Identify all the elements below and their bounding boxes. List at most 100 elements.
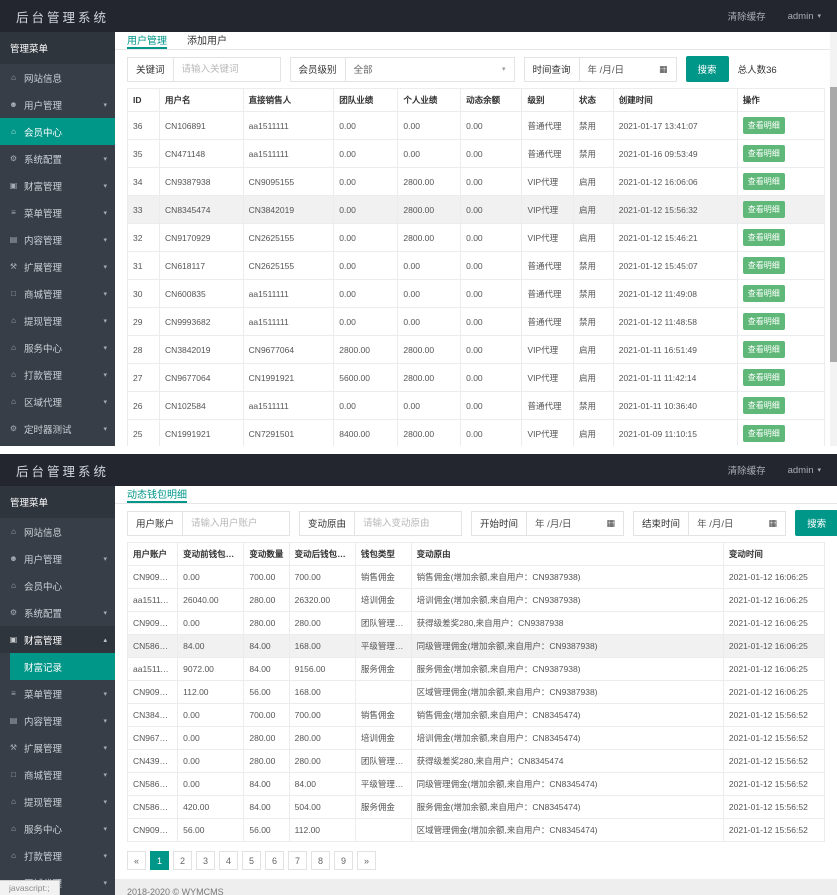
sidebar-subitem-wealth-records[interactable]: 财富记录 — [10, 653, 115, 680]
pagination-next[interactable]: » — [357, 851, 376, 870]
table-cell: 2021-01-11 16:51:49 — [613, 336, 737, 364]
admin-username: admin — [788, 465, 814, 476]
level-filter-group: 会员级别 全部 ▾ — [290, 57, 515, 82]
sidebar-item-system-config[interactable]: ⚙系统配置▾ — [0, 599, 115, 626]
sidebar-item-withdrawal-management[interactable]: ⌂提现管理▾ — [0, 788, 115, 815]
view-details-button[interactable]: 查看明细 — [743, 313, 785, 330]
pagination-page-3[interactable]: 3 — [196, 851, 215, 870]
scrollbar[interactable] — [830, 32, 837, 446]
sidebar-item-label: 菜单管理 — [24, 206, 62, 220]
column-header: 直接销售人 — [243, 89, 334, 112]
chevron-down-icon: ▾ — [502, 65, 506, 73]
pagination-page-8[interactable]: 8 — [311, 851, 330, 870]
view-details-button[interactable]: 查看明细 — [743, 145, 785, 162]
sidebar-item-menu-management[interactable]: ≡菜单管理▾ — [0, 199, 115, 226]
pagination-page-6[interactable]: 6 — [265, 851, 284, 870]
wrench-icon: ⚒ — [8, 262, 19, 271]
pagination-page-5[interactable]: 5 — [242, 851, 261, 870]
admin-username: admin — [788, 11, 814, 22]
view-details-button[interactable]: 查看明细 — [743, 397, 785, 414]
keyword-input[interactable] — [174, 58, 280, 81]
sidebar-item-mall-management[interactable]: □商城管理▾ — [0, 280, 115, 307]
sidebar-item-payment-management[interactable]: ⌂打款管理▾ — [0, 842, 115, 869]
tab-wallet-detail[interactable]: 动态钱包明细 — [127, 486, 187, 503]
table-cell: 0.00 — [461, 420, 522, 447]
view-details-button[interactable]: 查看明细 — [743, 173, 785, 190]
view-details-button[interactable]: 查看明细 — [743, 201, 785, 218]
table-cell: 启用 — [574, 168, 614, 196]
view-details-button[interactable]: 查看明细 — [743, 285, 785, 302]
sidebar-item-user-management[interactable]: ☻用户管理▾ — [0, 91, 115, 118]
chevron-down-icon: ▾ — [103, 825, 107, 833]
filter-bar: 关键词 会员级别 全部 ▾ 时间查询 年 /月/日 ▦ — [115, 50, 837, 88]
view-details-button[interactable]: 查看明细 — [743, 117, 785, 134]
table-cell: 280.00 — [289, 727, 355, 750]
table-cell: CN9677064 — [243, 336, 334, 364]
table-cell: 2800.00 — [334, 336, 398, 364]
sidebar-item-wealth-management[interactable]: ▣财富管理▾ — [0, 172, 115, 199]
sidebar-item-member-center[interactable]: ⌂会员中心 — [0, 118, 115, 145]
sidebar-item-service-center[interactable]: ⌂服务中心▾ — [0, 815, 115, 842]
table-cell: 销售佣金(增加余额,来自用户：CN8345474) — [411, 704, 723, 727]
pagination-prev[interactable]: « — [127, 851, 146, 870]
account-input[interactable] — [183, 512, 289, 535]
admin-menu[interactable]: admin ▾ — [788, 11, 821, 22]
table-cell: CN9095155 — [128, 819, 178, 842]
view-details-button[interactable]: 查看明细 — [743, 229, 785, 246]
table-cell: 销售佣金 — [355, 566, 411, 589]
table-cell: 9156.00 — [289, 658, 355, 681]
pagination-page-2[interactable]: 2 — [173, 851, 192, 870]
sidebar-item-service-center[interactable]: ⌂服务中心▾ — [0, 334, 115, 361]
sidebar-item-timer-test[interactable]: ⚙定时器测试▾ — [0, 415, 115, 442]
clear-cache-link[interactable]: 清除缓存 — [728, 9, 766, 23]
view-details-button[interactable]: 查看明细 — [743, 369, 785, 386]
sidebar-item-site-info[interactable]: ⌂网站信息 — [0, 64, 115, 91]
scrollbar-thumb[interactable] — [830, 87, 837, 362]
tab-add-user[interactable]: 添加用户 — [187, 32, 227, 49]
view-details-button[interactable]: 查看明细 — [743, 257, 785, 274]
sidebar-item-extension-management[interactable]: ⚒扩展管理▾ — [0, 734, 115, 761]
date-value: 年 /月/日 — [697, 516, 733, 530]
date-input[interactable]: 年 /月/日 ▦ — [580, 58, 676, 81]
level-select[interactable]: 全部 ▾ — [346, 58, 514, 81]
sidebar-item-withdrawal-management[interactable]: ⌂提现管理▾ — [0, 307, 115, 334]
sidebar-item-member-center[interactable]: ⌂会员中心 — [0, 572, 115, 599]
sidebar-item-mall-management[interactable]: □商城管理▾ — [0, 761, 115, 788]
pagination-page-4[interactable]: 4 — [219, 851, 238, 870]
table-cell: 禁用 — [574, 140, 614, 168]
table-cell: 销售佣金(增加余额,来自用户：CN9387938) — [411, 566, 723, 589]
reason-input[interactable] — [355, 512, 461, 535]
pagination-page-7[interactable]: 7 — [288, 851, 307, 870]
sidebar-item-menu-management[interactable]: ≡菜单管理▾ — [0, 680, 115, 707]
sidebar-item-regional-agent[interactable]: ⌂区域代理▾ — [0, 388, 115, 415]
table-cell: 0.00 — [334, 252, 398, 280]
admin-menu[interactable]: admin ▾ — [788, 465, 821, 476]
sidebar-item-user-management[interactable]: ☻用户管理▾ — [0, 545, 115, 572]
view-details-button[interactable]: 查看明细 — [743, 425, 785, 442]
sidebar-item-system-config[interactable]: ⚙系统配置▾ — [0, 145, 115, 172]
table-cell: CN3842019 — [128, 704, 178, 727]
table-row: 29CN9993682aa15111110.000.000.00普通代理禁用20… — [128, 308, 825, 336]
sidebar-item-wealth-management[interactable]: ▣财富管理▴ — [0, 626, 115, 653]
sidebar-item-payment-management[interactable]: ⌂打款管理▾ — [0, 361, 115, 388]
sidebar-item-content-management[interactable]: ▤内容管理▾ — [0, 226, 115, 253]
sidebar-item-site-info[interactable]: ⌂网站信息 — [0, 518, 115, 545]
pagination-page-1[interactable]: 1 — [150, 851, 169, 870]
table-cell: 2800.00 — [398, 420, 461, 447]
table-cell: CN106891 — [160, 112, 244, 140]
clear-cache-link[interactable]: 清除缓存 — [728, 463, 766, 477]
sidebar-item-extension-management[interactable]: ⚒扩展管理▾ — [0, 253, 115, 280]
end-date-input[interactable]: 年 /月/日 ▦ — [689, 512, 785, 535]
column-header: 变动数量 — [244, 543, 289, 566]
search-button[interactable]: 搜索 — [686, 56, 729, 82]
pagination-page-9[interactable]: 9 — [334, 851, 353, 870]
tab-user-management[interactable]: 用户管理 — [127, 32, 167, 49]
table-cell: 普通代理 — [522, 280, 574, 308]
start-date-input[interactable]: 年 /月/日 ▦ — [527, 512, 623, 535]
table-cell: 启用 — [574, 336, 614, 364]
sidebar-item-content-management[interactable]: ▤内容管理▾ — [0, 707, 115, 734]
table-cell: 168.00 — [289, 635, 355, 658]
sidebar-item-label: 系统配置 — [24, 606, 62, 620]
view-details-button[interactable]: 查看明细 — [743, 341, 785, 358]
search-button[interactable]: 搜索 — [795, 510, 837, 536]
